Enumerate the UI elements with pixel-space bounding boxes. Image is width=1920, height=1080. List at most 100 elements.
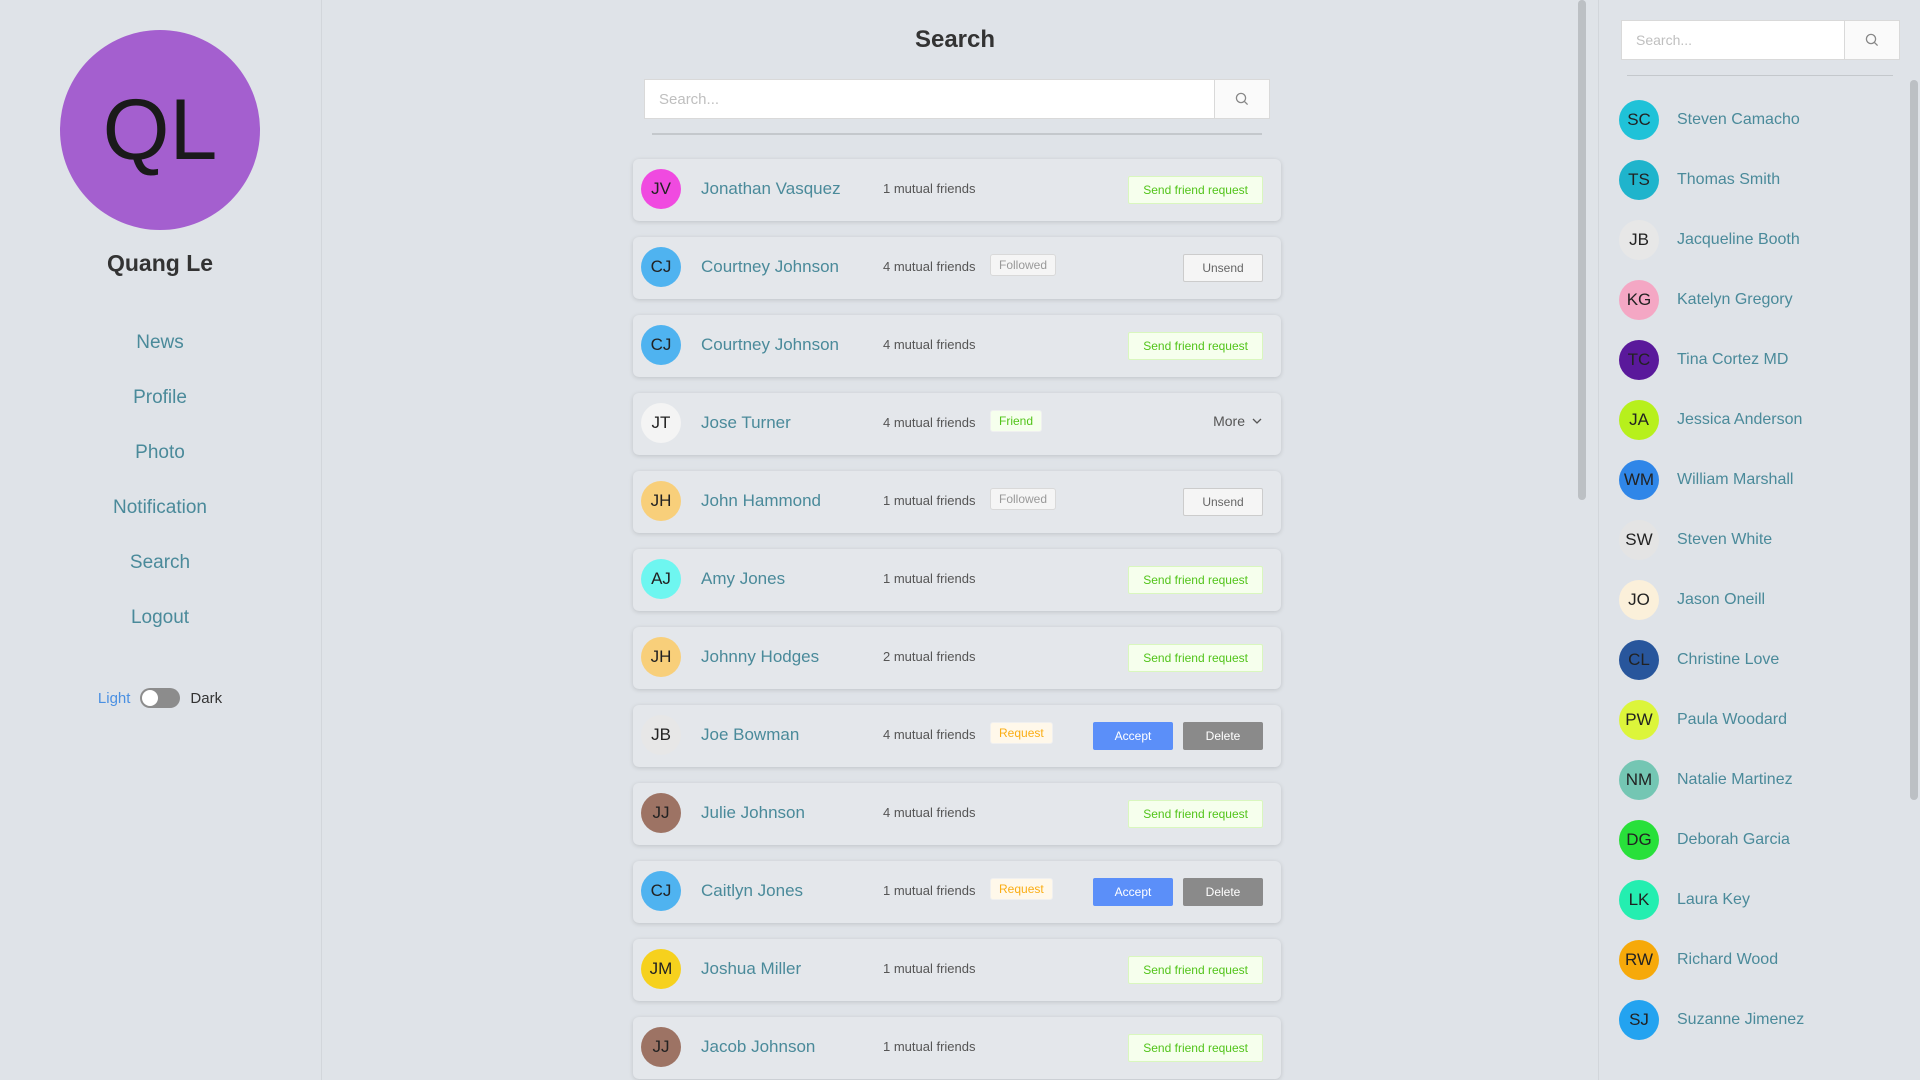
contact-item[interactable]: CL Christine Love — [1619, 630, 1899, 690]
user-name-link[interactable]: Joe Bowman — [701, 725, 799, 745]
user-name-link[interactable]: Jacob Johnson — [701, 1037, 815, 1057]
send-friend-request-button[interactable]: Send friend request — [1128, 332, 1263, 360]
more-dropdown[interactable]: More — [1213, 413, 1263, 429]
contact-item[interactable]: JO Jason Oneill — [1619, 570, 1899, 630]
main-scrollbar[interactable] — [1578, 0, 1586, 500]
contact-name: Laura Key — [1677, 891, 1750, 908]
nav-notification[interactable]: Notification — [0, 490, 320, 545]
send-friend-request-button[interactable]: Send friend request — [1128, 956, 1263, 984]
result-card: AJ Amy Jones 1 mutual friends Send friend r… — [633, 549, 1281, 611]
result-card: JH Johnny Hodges 2 mutual friends Send frie… — [633, 627, 1281, 689]
user-name-link[interactable]: Johnny Hodges — [701, 647, 819, 667]
contacts-search-button[interactable] — [1844, 20, 1900, 60]
contact-item[interactable]: RW Richard Wood — [1619, 930, 1899, 990]
user-avatar[interactable]: JT — [641, 403, 681, 443]
nav-profile[interactable]: Profile — [0, 380, 320, 435]
user-avatar[interactable]: JJ — [641, 793, 681, 833]
delete-button[interactable]: Delete — [1183, 878, 1263, 906]
contact-item[interactable]: SC Steven Camacho — [1619, 90, 1899, 150]
contact-item[interactable]: TC Tina Cortez MD — [1619, 330, 1899, 390]
contact-item[interactable]: NM Natalie Martinez — [1619, 750, 1899, 810]
accept-button[interactable]: Accept — [1093, 878, 1173, 906]
contact-avatar: WM — [1619, 460, 1659, 500]
user-name-link[interactable]: Jose Turner — [701, 413, 791, 433]
profile-avatar[interactable]: QL — [60, 30, 260, 230]
status-badge: Request — [990, 878, 1053, 900]
contact-avatar: SC — [1619, 100, 1659, 140]
send-friend-request-button[interactable]: Send friend request — [1128, 176, 1263, 204]
user-name-link[interactable]: Joshua Miller — [701, 959, 801, 979]
nav-photo[interactable]: Photo — [0, 435, 320, 490]
user-avatar[interactable]: JB — [641, 715, 681, 755]
contact-item[interactable]: JB Jacqueline Booth — [1619, 210, 1899, 270]
user-name-link[interactable]: Amy Jones — [701, 569, 785, 589]
contacts-divider — [1627, 75, 1893, 76]
main-search-button[interactable] — [1214, 79, 1270, 119]
user-name-link[interactable]: Caitlyn Jones — [701, 881, 803, 901]
user-avatar[interactable]: CJ — [641, 871, 681, 911]
contact-avatar: KG — [1619, 280, 1659, 320]
contact-avatar: PW — [1619, 700, 1659, 740]
user-name-link[interactable]: John Hammond — [701, 491, 821, 511]
contact-item[interactable]: LK Laura Key — [1619, 870, 1899, 930]
mutual-friends-count: 1 mutual friends — [883, 883, 976, 898]
mutual-friends-count: 4 mutual friends — [883, 337, 976, 352]
send-friend-request-button[interactable]: Send friend request — [1128, 566, 1263, 594]
contact-avatar: LK — [1619, 880, 1659, 920]
status-badge: Followed — [990, 254, 1057, 276]
search-icon — [1865, 33, 1879, 47]
contact-item[interactable]: SW Steven White — [1619, 510, 1899, 570]
contacts-scrollbar[interactable] — [1910, 80, 1918, 800]
search-results: JV Jonathan Vasquez 1 mutual friends Send f… — [633, 159, 1281, 1080]
result-card: JT Jose Turner 4 mutual friends Friend More — [633, 393, 1281, 455]
send-friend-request-button[interactable]: Send friend request — [1128, 644, 1263, 672]
contact-item[interactable]: WM William Marshall — [1619, 450, 1899, 510]
nav-logout[interactable]: Logout — [0, 600, 320, 655]
nav-news[interactable]: News — [0, 325, 320, 380]
contact-item[interactable]: TS Thomas Smith — [1619, 150, 1899, 210]
user-avatar[interactable]: AJ — [641, 559, 681, 599]
delete-button[interactable]: Delete — [1183, 722, 1263, 750]
user-avatar[interactable]: JH — [641, 637, 681, 677]
user-avatar[interactable]: JM — [641, 949, 681, 989]
contact-name: Christine Love — [1677, 651, 1780, 668]
unsend-button[interactable]: Unsend — [1183, 488, 1263, 516]
contact-avatar: JB — [1619, 220, 1659, 260]
status-badge: Friend — [990, 410, 1043, 432]
contacts-search-input[interactable] — [1621, 20, 1844, 60]
theme-toggle[interactable] — [140, 688, 181, 708]
user-name-link[interactable]: Courtney Johnson — [701, 335, 839, 355]
result-card: JH John Hammond 1 mutual friends Followed Un… — [633, 471, 1281, 533]
page-title: Search — [914, 26, 996, 53]
user-name-link[interactable]: Courtney Johnson — [701, 257, 839, 277]
send-friend-request-button[interactable]: Send friend request — [1128, 1034, 1263, 1062]
mutual-friends-count: 4 mutual friends — [883, 727, 976, 742]
user-avatar[interactable]: CJ — [641, 325, 681, 365]
unsend-button[interactable]: Unsend — [1183, 254, 1263, 282]
contact-item[interactable]: PW Paula Woodard — [1619, 690, 1899, 750]
contact-name: Jacqueline Booth — [1677, 231, 1800, 248]
theme-switcher: Light Dark — [0, 688, 320, 708]
theme-dark-label: Dark — [190, 689, 223, 707]
accept-button[interactable]: Accept — [1093, 722, 1173, 750]
send-friend-request-button[interactable]: Send friend request — [1128, 800, 1263, 828]
contacts-list: SC Steven Camacho TS Thomas Smith JB Jacqueli… — [1619, 90, 1899, 1050]
nav-search[interactable]: Search — [0, 545, 320, 600]
user-name-link[interactable]: Jonathan Vasquez — [701, 179, 841, 199]
contact-avatar: TS — [1619, 160, 1659, 200]
user-avatar[interactable]: CJ — [641, 247, 681, 287]
user-name-link[interactable]: Julie Johnson — [701, 803, 805, 823]
user-avatar[interactable]: JJ — [641, 1027, 681, 1067]
contact-avatar: SW — [1619, 520, 1659, 560]
contact-item[interactable]: SJ Suzanne Jimenez — [1619, 990, 1899, 1050]
contact-item[interactable]: DG Deborah Garcia — [1619, 810, 1899, 870]
contact-item[interactable]: KG Katelyn Gregory — [1619, 270, 1899, 330]
contact-name: Richard Wood — [1677, 951, 1779, 968]
mutual-friends-count: 4 mutual friends — [883, 805, 976, 820]
main-search-input[interactable] — [644, 79, 1214, 119]
contact-avatar: SJ — [1619, 1000, 1659, 1040]
contact-name: Tina Cortez MD — [1677, 351, 1789, 368]
contact-item[interactable]: JA Jessica Anderson — [1619, 390, 1899, 450]
user-avatar[interactable]: JH — [641, 481, 681, 521]
user-avatar[interactable]: JV — [641, 169, 681, 209]
